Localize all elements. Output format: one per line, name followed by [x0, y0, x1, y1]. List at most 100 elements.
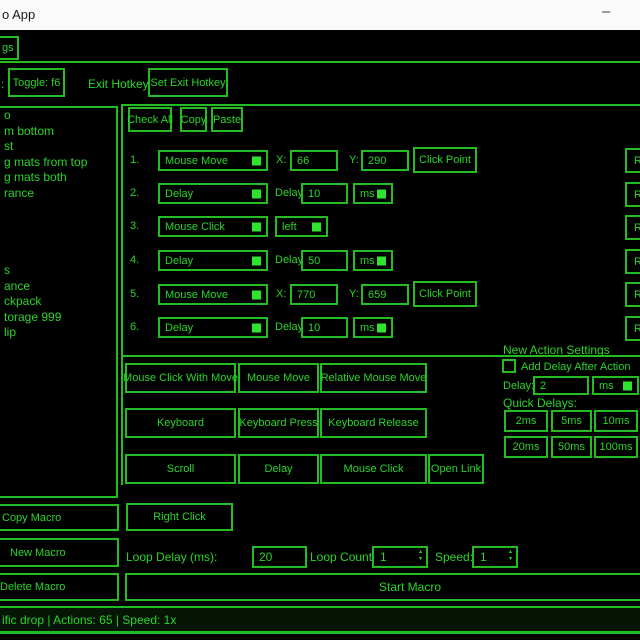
mouse-move-button[interactable]: Mouse Move [238, 363, 319, 393]
x-input[interactable]: 66 [290, 150, 338, 171]
speed-label: Speed: [435, 550, 473, 564]
delay-button[interactable]: Delay [238, 454, 319, 484]
title-bar: o App – [0, 0, 640, 30]
add-delay-label: Add Delay After Action [521, 361, 630, 373]
list-item[interactable]: g mats from top [0, 155, 116, 171]
add-delay-checkbox[interactable] [502, 359, 516, 373]
y-input[interactable]: 659 [361, 284, 409, 305]
click-point-button[interactable]: Click Point [413, 147, 477, 173]
action-number: 1. [130, 154, 139, 166]
copy-macro-button[interactable]: Copy Macro [0, 504, 119, 531]
action-number: 4. [130, 254, 139, 266]
click-point-button[interactable]: Click Point [413, 281, 477, 307]
exit-hotkey-label: Exit Hotkey: [88, 77, 152, 91]
new-macro-button[interactable]: New Macro [0, 538, 119, 567]
macro-listbox[interactable]: o m bottom st g mats from top g mats bot… [0, 106, 118, 498]
copy-button[interactable]: Copy [180, 107, 207, 132]
action-type-dropdown[interactable]: Delay [158, 317, 268, 338]
remove-button[interactable]: R [625, 148, 640, 173]
remove-button[interactable]: R [625, 249, 640, 274]
delay-label: Delay [275, 321, 303, 333]
loop-delay-input[interactable]: 20 [252, 546, 307, 568]
y-input[interactable]: 290 [361, 150, 409, 171]
start-macro-button[interactable]: Start Macro [125, 573, 640, 601]
list-item[interactable]: torage 999 [0, 310, 116, 326]
unit-dropdown[interactable]: ms [353, 183, 393, 204]
list-item[interactable] [0, 201, 116, 217]
loop-delay-label: Loop Delay (ms): [126, 550, 217, 564]
dropdown-square-icon [252, 156, 261, 165]
list-item[interactable]: g mats both [0, 170, 116, 186]
dropdown-square-icon [377, 256, 386, 265]
check-all-button[interactable]: Check All [128, 107, 172, 132]
action-type-dropdown[interactable]: Mouse Move [158, 150, 268, 171]
relative-mouse-move-button[interactable]: Relative Mouse Move [320, 363, 427, 393]
mouse-click-button[interactable]: Mouse Click [320, 454, 427, 484]
action-number: 3. [130, 220, 139, 232]
delete-macro-button[interactable]: Delete Macro [0, 573, 119, 601]
unit-dropdown[interactable]: ms [353, 250, 393, 271]
action-type-dropdown[interactable]: Delay [158, 250, 268, 271]
action-number: 2. [130, 187, 139, 199]
right-click-button[interactable]: Right Click [126, 503, 233, 531]
action-number: 5. [130, 288, 139, 300]
action-type-dropdown[interactable]: Delay [158, 183, 268, 204]
action-type-dropdown[interactable]: Mouse Move [158, 284, 268, 305]
menu-bar: gs [0, 30, 640, 61]
action-type-dropdown[interactable]: Mouse Click [158, 216, 268, 237]
loop-count-label: Loop Count: [310, 550, 375, 564]
list-item[interactable]: ance [0, 279, 116, 295]
open-link-button[interactable]: Open Link [428, 454, 484, 484]
toggle-hotkey-button[interactable]: Toggle: f6 [8, 68, 65, 97]
mouse-click-with-move-button[interactable]: Mouse Click With Move [125, 363, 236, 393]
remove-button[interactable]: R [625, 215, 640, 240]
list-item[interactable] [0, 232, 116, 248]
list-item[interactable]: s [0, 263, 116, 279]
x-input[interactable]: 770 [290, 284, 338, 305]
set-exit-hotkey-button[interactable]: Set Exit Hotkey [148, 68, 228, 97]
dropdown-square-icon [312, 222, 321, 231]
mouse-button-dropdown[interactable]: left [275, 216, 328, 237]
speed-stepper[interactable]: 1 ▴▾ [472, 546, 518, 568]
keyboard-press-button[interactable]: Keyboard Press [238, 408, 319, 438]
settings-unit-dropdown[interactable]: ms [592, 376, 639, 395]
remove-button[interactable]: R [625, 182, 640, 207]
loop-count-stepper[interactable]: 1 ▴▾ [372, 546, 428, 568]
menu-item-settings[interactable]: gs [0, 36, 19, 60]
list-item[interactable]: lip [0, 325, 116, 341]
remove-button[interactable]: R [625, 316, 640, 341]
delay-input[interactable]: 10 [301, 317, 348, 338]
list-item[interactable] [0, 248, 116, 264]
x-label: X: [276, 154, 286, 166]
list-item[interactable] [0, 217, 116, 233]
keyboard-release-button[interactable]: Keyboard Release [320, 408, 427, 438]
list-item[interactable]: m bottom [0, 124, 116, 140]
delay-input[interactable]: 50 [301, 250, 348, 271]
spinner-arrows-icon[interactable]: ▴▾ [419, 549, 422, 563]
minimize-icon[interactable]: – [602, 3, 610, 20]
keyboard-button[interactable]: Keyboard [125, 408, 236, 438]
delay-label: Delay [275, 187, 303, 199]
list-item[interactable]: o [0, 108, 116, 124]
window-title: o App [2, 7, 35, 22]
delay-input[interactable]: 10 [301, 183, 348, 204]
delay-label: Delay [275, 254, 303, 266]
quick-delay-10ms-button[interactable]: 10ms [594, 410, 638, 432]
y-label: Y: [349, 154, 359, 166]
quick-delay-100ms-button[interactable]: 100ms [594, 436, 638, 458]
settings-delay-input[interactable]: 2 [533, 376, 589, 395]
paste-button[interactable]: Paste [211, 107, 243, 132]
unit-dropdown[interactable]: ms [353, 317, 393, 338]
quick-delay-50ms-button[interactable]: 50ms [551, 436, 592, 458]
scroll-button[interactable]: Scroll [125, 454, 236, 484]
list-item[interactable]: rance [0, 186, 116, 202]
quick-delay-20ms-button[interactable]: 20ms [504, 436, 548, 458]
dropdown-square-icon [252, 323, 261, 332]
spinner-arrows-icon[interactable]: ▴▾ [509, 549, 512, 563]
quick-delay-5ms-button[interactable]: 5ms [551, 410, 592, 432]
list-item[interactable]: st [0, 139, 116, 155]
remove-button[interactable]: R [625, 282, 640, 307]
list-item[interactable]: ckpack [0, 294, 116, 310]
status-bar: ific drop | Actions: 65 | Speed: 1x [0, 606, 640, 634]
quick-delay-2ms-button[interactable]: 2ms [504, 410, 548, 432]
